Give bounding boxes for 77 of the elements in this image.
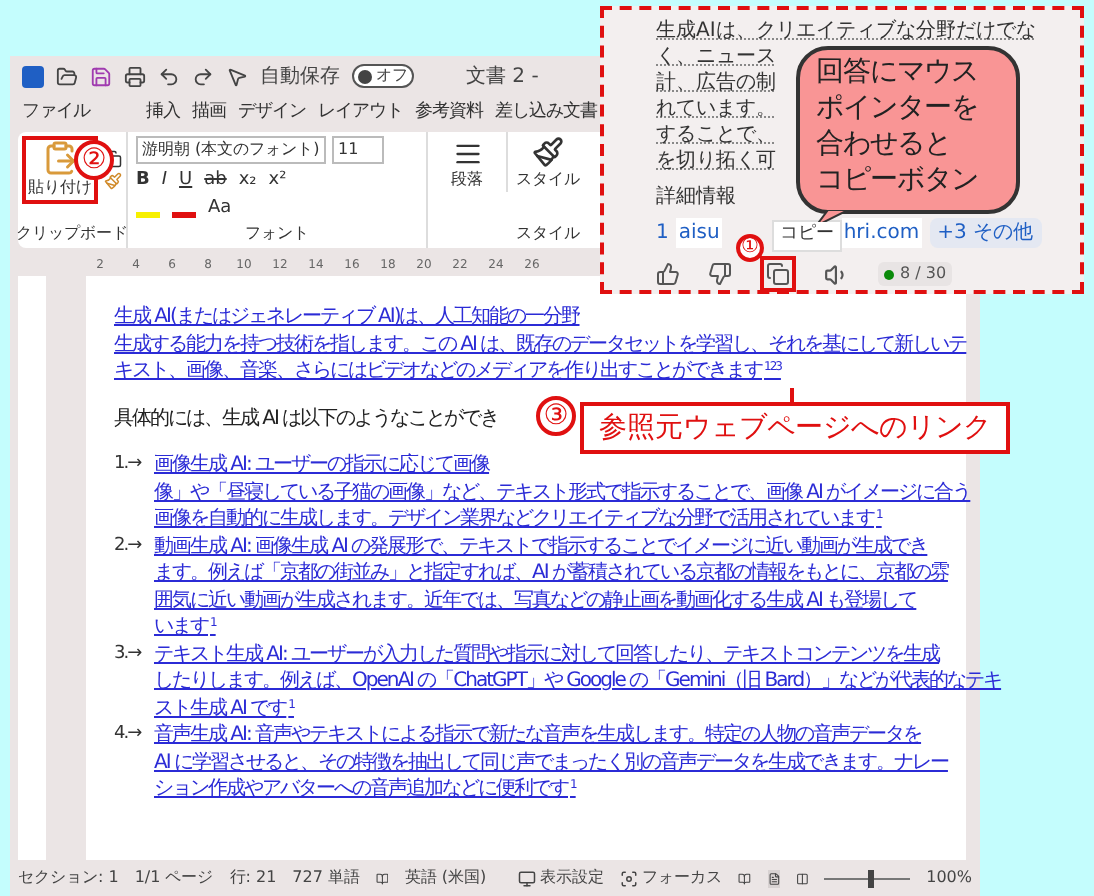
ribbon-tab[interactable]: レイアウト (318, 100, 403, 128)
link-callout: 参照元ウェブページへのリンク (580, 402, 1010, 454)
web-layout-icon[interactable] (796, 869, 809, 887)
paragraph-icon (453, 140, 481, 168)
zoom-thumb[interactable] (867, 869, 874, 887)
copy-icon (766, 262, 790, 286)
more-sources-button[interactable]: +3 その他 (929, 218, 1042, 248)
app-icon[interactable] (22, 65, 44, 87)
font-color-swatch[interactable] (172, 211, 196, 218)
source-link[interactable]: hri.com (841, 218, 922, 248)
list-number: 4.→ (114, 722, 144, 748)
details-label: 詳細情報 (656, 183, 736, 212)
focus-button[interactable]: フォーカス (620, 866, 723, 890)
styles-button[interactable]: スタイル (516, 136, 580, 192)
zoom-text: 100% (926, 866, 972, 890)
ribbon-tab[interactable]: 参考資料 (415, 100, 483, 128)
speaker-icon[interactable] (824, 261, 850, 287)
format-button[interactable]: x₂ (238, 168, 257, 195)
window-title: 文書 2 - (466, 63, 539, 91)
status-text: 行: 21 (229, 866, 277, 890)
thumbs-up-icon[interactable] (656, 262, 680, 286)
language-text[interactable]: 英語 (米国) (404, 866, 487, 890)
ribbon-tab[interactable]: ファイル (22, 100, 90, 128)
change-case-button[interactable]: Aa (208, 195, 232, 222)
thumbs-down-icon[interactable] (708, 262, 732, 286)
body-paragraph: 具体的には、生成 AI は以下のようなことができ (114, 405, 499, 432)
ribbon-tab[interactable]: 挿入 (146, 100, 180, 128)
printer-icon[interactable] (124, 65, 146, 87)
pointer-icon[interactable] (226, 65, 248, 87)
book-icon[interactable] (375, 869, 389, 887)
ribbon-tab[interactable]: 描画 (192, 100, 226, 128)
focus-icon (620, 869, 639, 887)
folder-icon[interactable] (56, 65, 78, 87)
highlight-swatch[interactable] (136, 211, 160, 218)
format-button[interactable]: U (179, 168, 193, 195)
font-size-field[interactable]: 11 (332, 136, 384, 164)
redo-icon[interactable] (192, 65, 214, 87)
list-number: 2.→ (114, 533, 144, 559)
format-button[interactable]: x² (268, 168, 287, 195)
group-label: スタイル (516, 222, 580, 246)
clipboard-icon (42, 140, 78, 176)
copy-button[interactable] (760, 256, 796, 292)
format-button[interactable]: B (136, 168, 150, 195)
group-label: クリップボード (16, 222, 128, 246)
ribbon-tab[interactable]: 差し込み文書 (495, 100, 597, 128)
status-text: 727 単語 (292, 866, 360, 890)
print-layout-icon[interactable] (767, 869, 780, 887)
answer-text-line: を切り拓く可 (656, 148, 776, 174)
group-label: フォント (245, 222, 309, 246)
list-number: 3.→ (114, 641, 144, 667)
tooltip: コピー (772, 220, 842, 251)
answer-text-line: れています。 (656, 96, 776, 122)
undo-icon[interactable] (158, 65, 180, 87)
save-icon[interactable] (90, 65, 112, 87)
read-mode-icon[interactable] (738, 869, 752, 887)
format-painter-icon[interactable] (104, 172, 122, 190)
status-text: セクション: 1 (18, 866, 119, 890)
display-settings-button[interactable]: 表示設定 (518, 866, 605, 890)
usage-counter: 8 / 30 (878, 262, 953, 286)
ribbon-tab[interactable]: デザイン (238, 100, 306, 128)
source-index: 1 (656, 220, 669, 248)
font-name-field[interactable]: 游明朝 (本文のフォント) (136, 136, 326, 164)
answer-text-line: く、ニュース (656, 44, 776, 70)
speech-bubble: 回答にマウス ポインターを 合わせると コピーボタン (796, 46, 1020, 214)
autosave-toggle[interactable]: オフ (352, 64, 414, 88)
styles-icon (532, 136, 564, 168)
answer-text-line: 計、広告の制 (656, 70, 776, 96)
format-button[interactable]: ab (204, 168, 227, 195)
answer-text-line: 生成AIは、クリエイティブな分野だけでな (656, 18, 1036, 44)
autosave-label: 自動保存 (260, 63, 340, 91)
source-link[interactable]: aisu (676, 218, 722, 248)
answer-text-line: することで、 (656, 122, 776, 148)
monitor-icon (518, 869, 537, 887)
list-number: 1.→ (114, 452, 144, 478)
status-text: 1/1 ページ (134, 866, 214, 890)
paragraph-button[interactable]: 段落 (428, 132, 508, 192)
format-button[interactable]: I (161, 168, 168, 195)
